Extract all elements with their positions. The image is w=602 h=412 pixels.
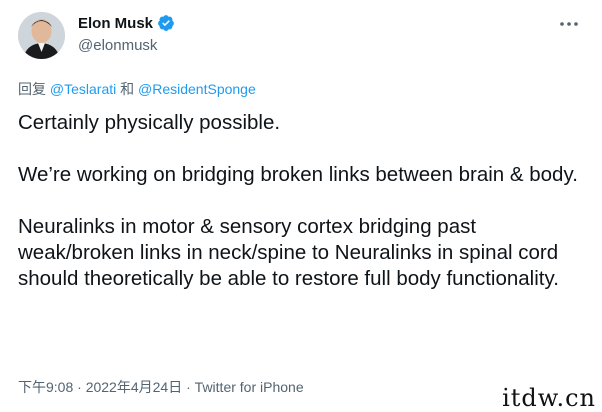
author-display-name[interactable]: Elon Musk (78, 15, 153, 32)
tweet-date[interactable]: 2022年4月24日 (86, 379, 183, 395)
more-dots-icon (560, 22, 578, 26)
verified-badge-icon (157, 14, 175, 32)
author-handle[interactable]: @elonmusk (78, 37, 157, 54)
reply-prefix: 回复 (18, 81, 46, 97)
more-options-button[interactable] (556, 14, 582, 34)
tweet-paragraph-2: We’re working on bridging broken links b… (18, 163, 578, 186)
tweet-meta: 下午9:08 · 2022年4月24日 · Twitter for iPhone (18, 377, 304, 397)
author-name-row: Elon Musk (78, 14, 175, 32)
tweet-time[interactable]: 下午9:08 (18, 379, 73, 395)
avatar-photo (18, 12, 65, 59)
mention-residentsponge[interactable]: @ResidentSponge (138, 81, 256, 97)
tweet-source[interactable]: Twitter for iPhone (195, 379, 304, 395)
meta-separator-2: · (186, 379, 191, 395)
reply-context: 回复 @Teslarati 和 @ResidentSponge (18, 79, 256, 99)
tweet-text: Certainly physically possible. We’re wor… (18, 110, 593, 292)
tweet-paragraph-1: Certainly physically possible. (18, 111, 281, 134)
tweet-paragraph-3: Neuralinks in motor & sensory cortex bri… (18, 215, 559, 290)
avatar[interactable] (18, 12, 65, 59)
mention-teslarati[interactable]: @Teslarati (50, 81, 116, 97)
reply-joiner: 和 (120, 81, 135, 97)
meta-separator-1: · (77, 379, 82, 395)
